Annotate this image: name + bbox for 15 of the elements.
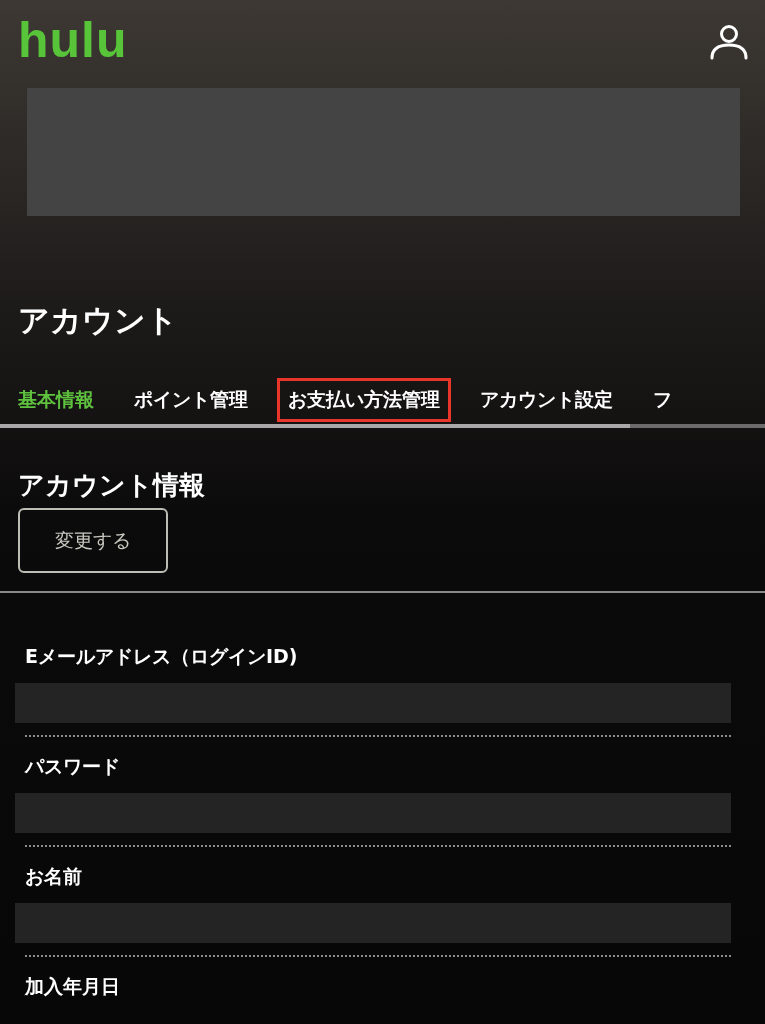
change-button[interactable]: 変更する <box>18 508 168 573</box>
tab[interactable]: アカウント設定 <box>469 378 624 422</box>
section-title: アカウント情報 <box>18 469 206 502</box>
field-label: パスワード <box>23 754 121 779</box>
scrollbar-thumb[interactable] <box>0 424 630 428</box>
logo[interactable]: hulu <box>18 14 128 66</box>
field-label: Eメールアドレス（ログインID) <box>24 644 299 669</box>
page-title: アカウント <box>18 301 179 340</box>
tab[interactable]: お支払い方法管理 <box>277 378 451 422</box>
field-label: お名前 <box>24 864 83 889</box>
tab[interactable]: ポイント管理 <box>123 378 259 422</box>
tab[interactable]: 基本情報 <box>18 378 105 422</box>
field-label: 加入年月日 <box>24 974 121 999</box>
user-icon[interactable] <box>709 24 749 60</box>
tab[interactable]: フ <box>642 378 683 422</box>
